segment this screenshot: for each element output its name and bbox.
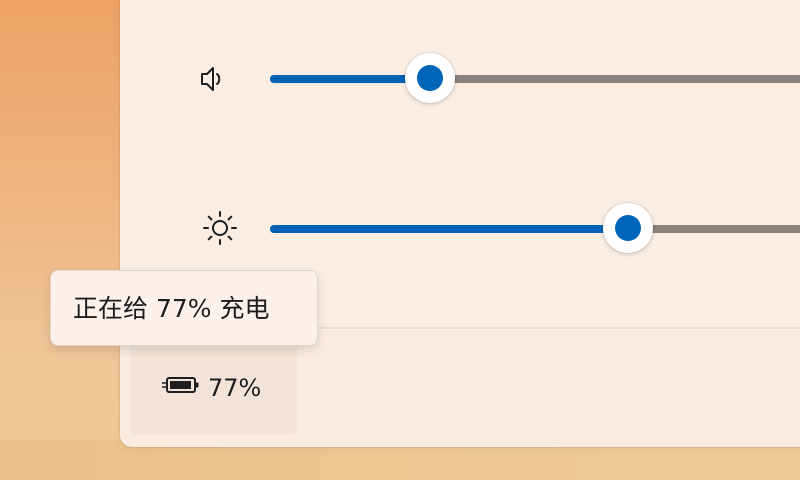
battery-tooltip-text: 正在给 77% 充电 — [73, 294, 270, 323]
battery-charging-icon — [162, 374, 202, 396]
brightness-slider-thumb[interactable] — [602, 203, 653, 253]
volume-slider-thumb[interactable] — [404, 53, 455, 103]
speaker-icon[interactable] — [192, 59, 232, 99]
brightness-slider[interactable] — [270, 199, 800, 259]
battery-tooltip: 正在给 77% 充电 — [50, 270, 318, 346]
volume-slider[interactable] — [270, 49, 800, 109]
quick-settings-panel: 77% — [120, 0, 800, 447]
brightness-sun-icon — [200, 208, 240, 248]
brightness-slider-fill — [270, 225, 628, 233]
battery-percent-label: 77% — [208, 374, 262, 402]
